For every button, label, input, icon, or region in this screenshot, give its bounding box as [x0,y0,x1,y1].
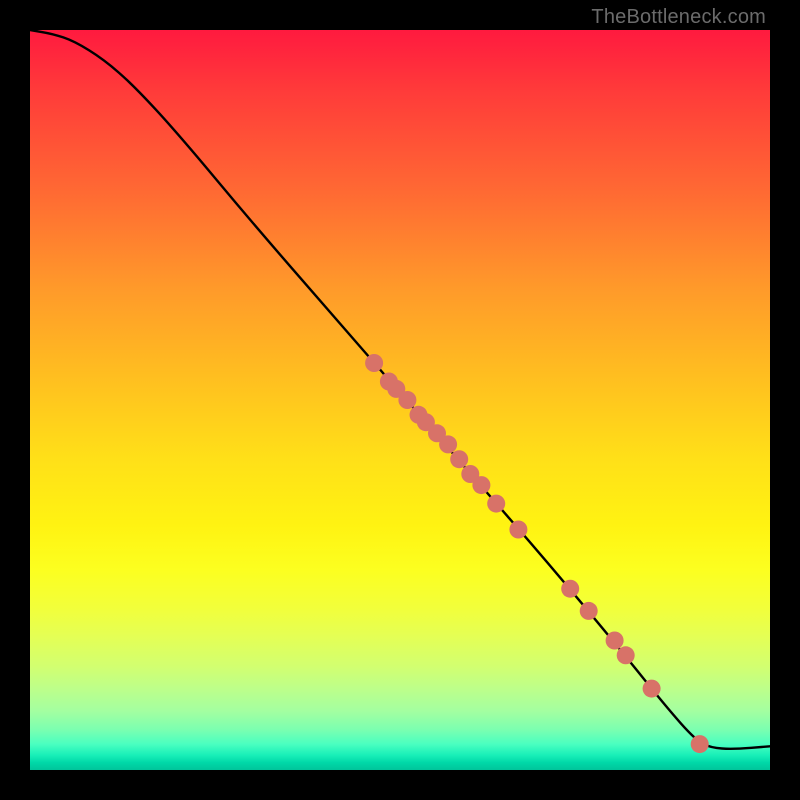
data-point [398,391,416,409]
data-point [439,435,457,453]
data-point [617,646,635,664]
data-point [365,354,383,372]
data-point [472,476,490,494]
watermark-text: TheBottleneck.com [591,6,766,29]
data-point [561,580,579,598]
curve-layer [30,30,770,770]
data-point [580,602,598,620]
scatter-points [365,354,709,753]
data-point [691,735,709,753]
data-point [450,450,468,468]
data-point [509,521,527,539]
chart-stage: TheBottleneck.com [0,0,800,800]
data-point [643,680,661,698]
data-point [606,632,624,650]
plot-area [30,30,770,770]
data-point [487,495,505,513]
